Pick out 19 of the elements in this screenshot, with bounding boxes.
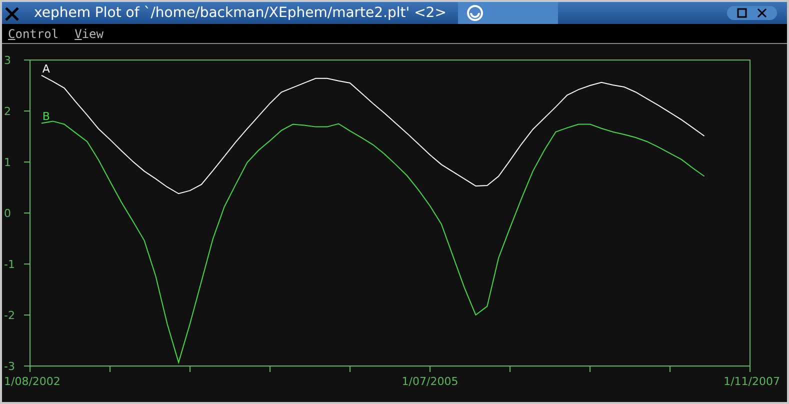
y-tick-label: 0 <box>4 207 11 220</box>
y-tick-label: -1 <box>4 258 15 271</box>
menu-item[interactable]: Control <box>8 24 59 42</box>
window-title: xephem Plot of `/home/backman/XEphem/marte2.plt' <2> <box>34 4 446 22</box>
y-tick-label: 2 <box>4 105 11 118</box>
maximize-icon[interactable] <box>737 8 747 18</box>
series-label: B <box>42 110 50 124</box>
x-tick-label: 1/07/2005 <box>402 375 458 388</box>
x-logo-icon[interactable] <box>2 5 22 21</box>
y-tick-label: -3 <box>4 360 15 373</box>
y-tick-label: 1 <box>4 156 11 169</box>
menu-item[interactable]: View <box>74 24 104 42</box>
x-tick-label: 1/08/2002 <box>4 375 60 388</box>
y-tick-label: -2 <box>4 309 15 322</box>
x-tick-label: 1/11/2007 <box>724 375 780 388</box>
swirl-icon[interactable] <box>466 4 484 22</box>
y-tick-label: 3 <box>4 54 11 67</box>
close-icon[interactable] <box>757 8 767 18</box>
series-label: A <box>42 62 50 76</box>
